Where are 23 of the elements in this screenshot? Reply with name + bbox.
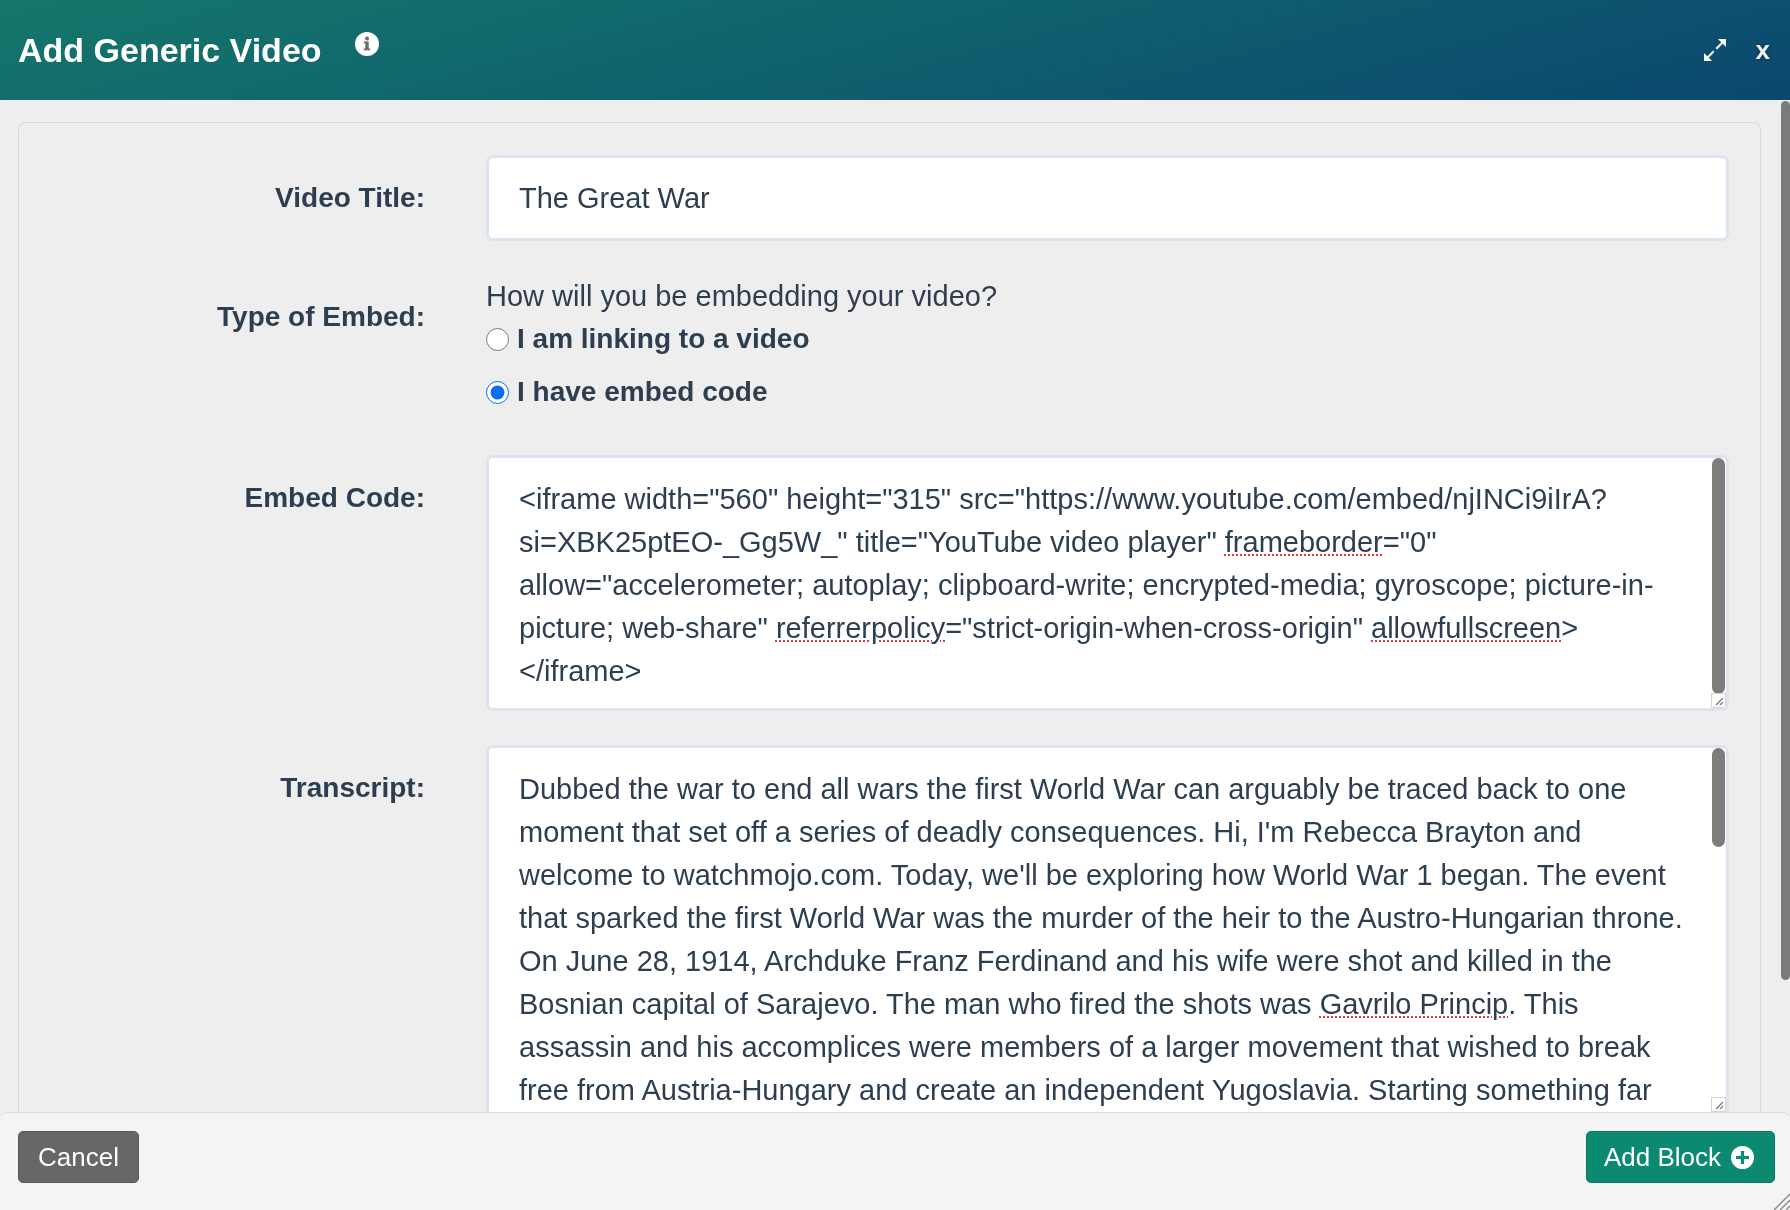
resize-grip-icon[interactable] (1772, 1192, 1790, 1210)
radio-button[interactable] (486, 380, 509, 404)
radio-label[interactable]: I am linking to a video (517, 321, 810, 357)
prompt-text: How will you be embedding your video? (486, 279, 998, 314)
field-label: Embed Code: (243, 481, 425, 515)
scrollbar-thumb[interactable] (1712, 458, 1725, 694)
scrollbar-thumb[interactable] (1712, 748, 1725, 847)
close-button[interactable]: x (1755, 37, 1770, 63)
text-input[interactable]: The Great War (486, 155, 1729, 241)
radio-label[interactable]: I have embed code (517, 374, 768, 410)
add-block-button[interactable]: Add Block (1585, 1131, 1775, 1183)
field-label: Video Title: (274, 181, 425, 215)
field-label: Transcript: (279, 771, 425, 805)
text-area-field[interactable]: Dubbed the war to end all wars the first World War can arguably be traced back to one moment that set off a series of deadly consequences. Hi, I'm Rebecca Brayton and welcome to watchmojo.com. Today, we'll be exploring how World War 1 began. The event that sparked the first World War was the murder of the heir to the Austro-Hungarian throne. On June 28, 1914, Archduke Franz Ferdinand and his wife were shot and killed in the Bosnian capital of Sarajevo. The man who fired the shots was Gavrilo Princip. This assassin and his accomplices were members of a larger movement that wished to break free from Austria-Hungary and create an independent Yugoslavia. Starting something far (486, 745, 1729, 1112)
radio-button[interactable] (486, 327, 509, 351)
plus-circle-icon (1731, 1145, 1754, 1169)
dialog-title: Add Generic Video (18, 29, 322, 71)
expand-icon[interactable] (1702, 38, 1727, 62)
cancel-button[interactable]: Cancel (18, 1131, 139, 1183)
info-icon[interactable] (354, 32, 379, 56)
page-scrollbar[interactable] (1781, 101, 1790, 980)
text-area-field[interactable]: <iframe width="560" height="315" src="https://www.youtube.com/embed/njINCi9iIrA?si=XBK25ptEO-_Gg5W_" title="YouTube video player" frameborder="0" allow="accelerometer; autoplay; clipboard-write; encrypted-media; gyroscope; picture-in-picture; web-share" referrerpolicy="strict-origin-when-cross-origin" allowfullscreen></iframe> (486, 455, 1729, 711)
field-label: Type of Embed: (216, 300, 425, 334)
